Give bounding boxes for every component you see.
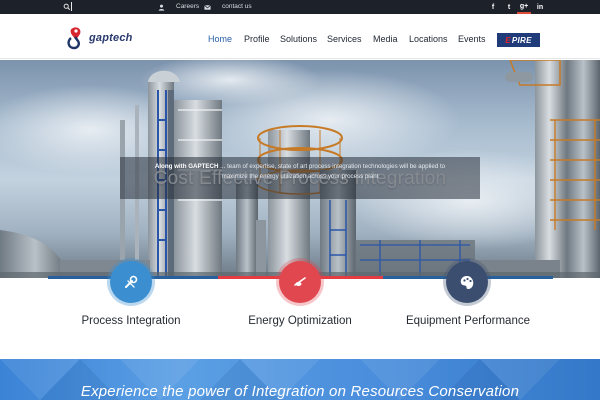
nav-profile[interactable]: Profile	[244, 34, 270, 44]
search-input[interactable]	[71, 2, 72, 11]
page: Careers contact us f t g+ in gaptech Hom…	[0, 0, 600, 400]
header: gaptech Home Profile Solutions Services …	[0, 14, 600, 59]
envelope-icon	[204, 4, 211, 10]
careers-link[interactable]: Careers	[158, 3, 199, 11]
linkedin-icon[interactable]: in	[533, 0, 547, 14]
hero-description-bold: Along with GAPTECH	[154, 163, 219, 170]
nav-solutions[interactable]: Solutions	[280, 34, 317, 44]
energy-optimization-icon-circle[interactable]	[279, 261, 321, 303]
careers-label: Careers	[176, 3, 200, 10]
bottom-banner: Experience the power of Integration on R…	[0, 359, 600, 400]
user-icon	[158, 4, 165, 11]
espire-badge-text: PIRE	[511, 35, 532, 45]
google-plus-icon[interactable]: g+	[517, 0, 531, 14]
twitter-icon[interactable]: t	[502, 0, 516, 14]
nav-home[interactable]: Home	[208, 34, 232, 44]
nav-events[interactable]: Events	[458, 34, 486, 44]
top-bar: Careers contact us f t g+ in	[0, 0, 600, 14]
logo[interactable]: gaptech	[66, 25, 133, 51]
espire-badge[interactable]: E PIRE	[497, 33, 540, 47]
banner-text: Experience the power of Integration on R…	[80, 383, 520, 400]
flame-icon	[294, 277, 306, 286]
feature-label-process-integration[interactable]: Process Integration	[71, 315, 191, 327]
wrench-icon	[125, 275, 138, 288]
nav-services[interactable]: Services	[327, 34, 362, 44]
equipment-performance-icon-circle[interactable]	[446, 261, 488, 303]
logo-text: gaptech	[89, 32, 133, 44]
nav-locations[interactable]: Locations	[409, 34, 448, 44]
contact-link[interactable]: contact us	[204, 3, 252, 11]
contact-label: contact us	[222, 3, 252, 10]
hero-description: Along with GAPTECH ... team of expertise…	[150, 162, 450, 181]
facebook-icon[interactable]: f	[486, 0, 500, 14]
nav-media[interactable]: Media	[373, 34, 398, 44]
feature-label-energy-optimization[interactable]: Energy Optimization	[236, 315, 364, 327]
feature-label-equipment-performance[interactable]: Equipment Performance	[393, 315, 543, 327]
process-integration-icon-circle[interactable]	[110, 261, 152, 303]
hero-description-text: ... team of expertise, state of art proc…	[220, 163, 446, 180]
espire-badge-prefix: E	[505, 35, 511, 45]
palette-icon	[460, 276, 474, 289]
gaptech-logo-mark	[67, 27, 81, 50]
